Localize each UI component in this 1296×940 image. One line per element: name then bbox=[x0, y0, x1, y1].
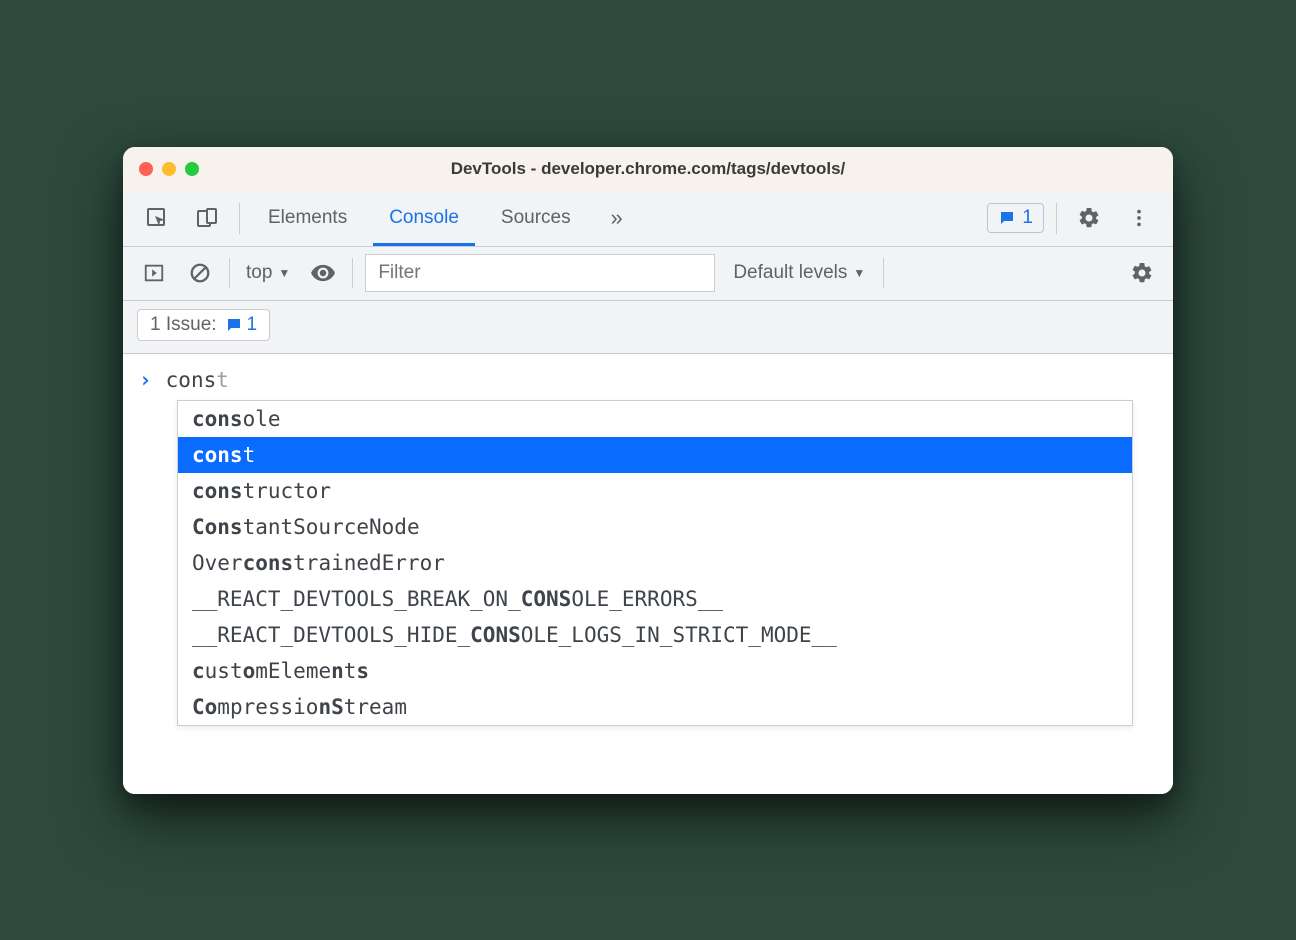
chevron-down-icon: ▼ bbox=[853, 266, 865, 280]
console-settings-icon[interactable] bbox=[1125, 256, 1159, 290]
tab-sources[interactable]: Sources bbox=[485, 191, 587, 246]
typed-chars: cons bbox=[166, 368, 217, 392]
issues-row: 1 Issue: 1 bbox=[123, 301, 1173, 354]
tab-label: Console bbox=[389, 207, 459, 229]
ghost-completion: t bbox=[216, 368, 229, 392]
log-levels-selector[interactable]: Default levels ▼ bbox=[727, 262, 871, 284]
settings-icon[interactable] bbox=[1069, 191, 1109, 246]
tab-elements[interactable]: Elements bbox=[252, 191, 363, 246]
autocomplete-item[interactable]: ConstantSourceNode bbox=[178, 509, 1132, 545]
console-toolbar: top ▼ Default levels ▼ bbox=[123, 247, 1173, 301]
chevron-down-icon: ▼ bbox=[278, 266, 290, 280]
toggle-sidebar-icon[interactable] bbox=[137, 256, 171, 290]
window-title: DevTools - developer.chrome.com/tags/dev… bbox=[139, 159, 1157, 179]
issues-count: 1 bbox=[247, 314, 258, 336]
context-label: top bbox=[246, 262, 272, 284]
levels-label: Default levels bbox=[733, 262, 847, 284]
context-selector[interactable]: top ▼ bbox=[242, 262, 294, 284]
autocomplete-item[interactable]: constructor bbox=[178, 473, 1132, 509]
tab-label: Sources bbox=[501, 207, 571, 229]
chat-icon bbox=[225, 316, 243, 334]
title-bar: DevTools - developer.chrome.com/tags/dev… bbox=[123, 147, 1173, 191]
traffic-lights bbox=[139, 162, 199, 176]
maximize-window-button[interactable] bbox=[185, 162, 199, 176]
separator bbox=[229, 258, 230, 288]
filter-input[interactable] bbox=[365, 254, 715, 292]
close-window-button[interactable] bbox=[139, 162, 153, 176]
separator bbox=[1056, 203, 1057, 234]
separator bbox=[352, 258, 353, 288]
live-expression-icon[interactable] bbox=[306, 256, 340, 290]
prompt-input-text: const bbox=[166, 368, 229, 392]
autocomplete-item[interactable]: const bbox=[178, 437, 1132, 473]
issues-label: 1 Issue: bbox=[150, 314, 217, 336]
kebab-menu-icon[interactable] bbox=[1119, 191, 1159, 246]
separator bbox=[239, 203, 240, 234]
separator bbox=[883, 258, 884, 288]
clear-console-icon[interactable] bbox=[183, 256, 217, 290]
autocomplete-item[interactable]: __REACT_DEVTOOLS_BREAK_ON_CONSOLE_ERRORS… bbox=[178, 581, 1132, 617]
feedback-count: 1 bbox=[1022, 207, 1033, 229]
tab-label: Elements bbox=[268, 207, 347, 229]
prompt-arrow-icon: › bbox=[139, 368, 152, 392]
autocomplete-popup: consoleconstconstructorConstantSourceNod… bbox=[177, 400, 1133, 726]
feedback-badge[interactable]: 1 bbox=[987, 203, 1044, 233]
more-tabs-icon[interactable]: » bbox=[597, 191, 637, 246]
devtools-window: DevTools - developer.chrome.com/tags/dev… bbox=[123, 147, 1173, 794]
tab-console[interactable]: Console bbox=[373, 191, 475, 246]
device-toggle-icon[interactable] bbox=[187, 191, 227, 246]
chat-icon bbox=[998, 209, 1016, 227]
tabs-bar: Elements Console Sources » 1 bbox=[123, 191, 1173, 247]
autocomplete-item[interactable]: CompressionStream bbox=[178, 689, 1132, 725]
autocomplete-item[interactable]: OverconstrainedError bbox=[178, 545, 1132, 581]
console-body: › const consoleconstconstructorConstantS… bbox=[123, 354, 1173, 794]
console-prompt[interactable]: › const bbox=[123, 364, 1173, 400]
issues-badge[interactable]: 1 Issue: 1 bbox=[137, 309, 270, 341]
autocomplete-item[interactable]: console bbox=[178, 401, 1132, 437]
minimize-window-button[interactable] bbox=[162, 162, 176, 176]
autocomplete-item[interactable]: customElements bbox=[178, 653, 1132, 689]
inspect-icon[interactable] bbox=[137, 191, 177, 246]
autocomplete-item[interactable]: __REACT_DEVTOOLS_HIDE_CONSOLE_LOGS_IN_ST… bbox=[178, 617, 1132, 653]
